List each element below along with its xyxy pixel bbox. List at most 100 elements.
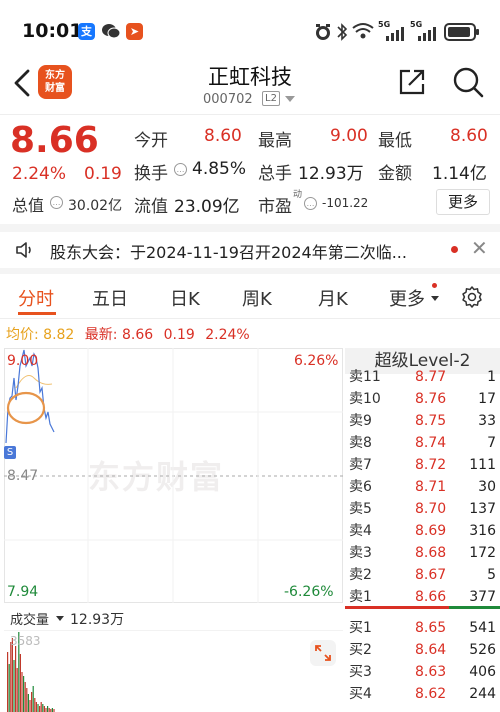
notice-dot xyxy=(451,246,458,253)
chevron-down-icon[interactable] xyxy=(285,96,295,102)
order-label: 买1 xyxy=(349,620,372,636)
total-cap-value: 30.02亿 xyxy=(68,198,123,214)
back-icon[interactable] xyxy=(10,66,34,100)
order-vol: 7 xyxy=(487,435,496,451)
notice-text[interactable]: 股东大会：于2024-11-19召开2024年第二次临... xyxy=(50,239,435,263)
change-value: 0.19 xyxy=(84,164,122,184)
signal-icon xyxy=(410,26,436,45)
status-time: 10:01 xyxy=(22,20,83,42)
bid-row[interactable]: 买3 8.63 406 xyxy=(345,661,500,683)
info-icon[interactable]: … xyxy=(304,197,317,210)
order-label: 卖4 xyxy=(349,523,372,539)
last-price: 8.66 xyxy=(10,120,99,161)
ask-row[interactable]: 卖7 8.72 111 xyxy=(345,454,500,476)
more-button[interactable]: 更多 xyxy=(436,189,490,215)
tab-daily-k[interactable]: 日K xyxy=(170,285,200,311)
order-label: 买4 xyxy=(349,686,372,702)
ask-row[interactable]: 卖4 8.69 316 xyxy=(345,520,500,542)
order-vol: 377 xyxy=(469,589,496,605)
turnover-label: 换手 xyxy=(134,164,168,184)
ask-row[interactable]: 卖5 8.70 137 xyxy=(345,498,500,520)
order-label: 卖2 xyxy=(349,567,372,583)
bid-row[interactable]: 买2 8.64 526 xyxy=(345,639,500,661)
ask-row[interactable]: 卖3 8.68 172 xyxy=(345,542,500,564)
app-logo[interactable]: 东方 财富 xyxy=(38,65,72,99)
avg-value: 8.82 xyxy=(43,327,75,343)
volume-indicator-select[interactable]: 成交量 xyxy=(10,609,49,628)
volume-bar xyxy=(34,698,36,712)
info-icon[interactable]: … xyxy=(50,196,63,209)
volume-bar xyxy=(7,652,9,712)
ask-row[interactable]: 卖9 8.75 33 xyxy=(345,410,500,432)
order-price: 8.64 xyxy=(415,642,447,658)
close-icon[interactable]: ✕ xyxy=(471,236,488,260)
volume-bar xyxy=(31,692,33,712)
amount-value: 1.14亿 xyxy=(432,164,487,184)
buy-sell-ratio-bar xyxy=(345,606,449,609)
volume-max-label: 3583 xyxy=(10,634,41,648)
latest-label: 最新: xyxy=(84,327,118,343)
tab-five-day[interactable]: 五日 xyxy=(92,285,128,311)
price-summary: 均价: 8.82 最新: 8.66 0.19 2.24% xyxy=(6,324,250,344)
ask-row[interactable]: 卖10 8.76 17 xyxy=(345,388,500,410)
order-label: 卖7 xyxy=(349,457,372,473)
logo-text-2: 财富 xyxy=(45,83,65,94)
expand-button[interactable] xyxy=(310,640,336,666)
chevron-down-icon[interactable] xyxy=(56,616,64,621)
share-icon[interactable] xyxy=(397,67,427,97)
volume-bar xyxy=(51,708,53,712)
low-value: 8.60 xyxy=(450,126,488,146)
speaker-icon xyxy=(14,239,36,261)
tab-active-indicator xyxy=(18,312,56,315)
chart-bottom-pct: -6.26% xyxy=(284,584,334,600)
ask-row[interactable]: 卖1 8.66 377 xyxy=(345,586,500,608)
notification-dot xyxy=(432,283,437,288)
wechat-icon xyxy=(101,23,121,44)
tab-monthly-k[interactable]: 月K xyxy=(318,285,348,311)
stock-name: 正虹科技 xyxy=(208,65,292,89)
volume-bar xyxy=(15,646,17,712)
order-vol: 30 xyxy=(478,479,496,495)
ask-row[interactable]: 卖6 8.71 30 xyxy=(345,476,500,498)
turnover-value: 4.85% xyxy=(192,159,247,179)
order-price: 8.71 xyxy=(415,479,447,495)
order-label: 卖5 xyxy=(349,501,372,517)
float-cap-label: 流值 xyxy=(134,197,168,217)
open-label: 今开 xyxy=(134,131,168,151)
highlight-circle xyxy=(6,391,46,425)
volume-bar xyxy=(35,702,37,712)
battery-icon xyxy=(444,22,480,46)
tab-minute[interactable]: 分时 xyxy=(18,285,54,311)
volume-bar xyxy=(16,668,18,712)
volume-bar xyxy=(23,676,25,712)
volume-bar xyxy=(10,642,12,712)
chart-top-pct: 6.26% xyxy=(294,353,339,369)
search-icon[interactable] xyxy=(452,66,484,98)
order-vol: 5 xyxy=(487,567,496,583)
volume-bar xyxy=(42,704,44,712)
order-price: 8.76 xyxy=(415,391,447,407)
volume-bar xyxy=(27,694,29,712)
order-price: 8.63 xyxy=(415,664,447,680)
level-badge: L2 xyxy=(262,91,280,106)
order-vol: 33 xyxy=(478,413,496,429)
gear-icon[interactable] xyxy=(460,285,484,309)
order-label: 卖3 xyxy=(349,545,372,561)
sell-marker[interactable]: S xyxy=(4,446,16,459)
tab-more[interactable]: 更多 xyxy=(389,285,425,311)
bid-row[interactable]: 买1 8.65 541 xyxy=(345,617,500,639)
ask-row[interactable]: 卖2 8.67 5 xyxy=(345,564,500,586)
high-value: 9.00 xyxy=(330,126,368,146)
order-vol: 406 xyxy=(469,664,496,680)
tab-weekly-k[interactable]: 周K xyxy=(242,285,272,311)
order-label: 卖10 xyxy=(349,391,381,407)
order-price: 8.70 xyxy=(415,501,447,517)
info-icon[interactable]: … xyxy=(174,163,187,176)
volume-chart xyxy=(4,630,343,712)
ask-row[interactable]: 卖8 8.74 7 xyxy=(345,432,500,454)
stock-code[interactable]: 000702 xyxy=(203,92,253,107)
volume-bar xyxy=(24,682,26,712)
bid-row[interactable]: 买4 8.62 244 xyxy=(345,683,500,705)
ask-row[interactable]: 卖11 8.77 1 xyxy=(345,366,500,388)
order-vol: 526 xyxy=(469,642,496,658)
